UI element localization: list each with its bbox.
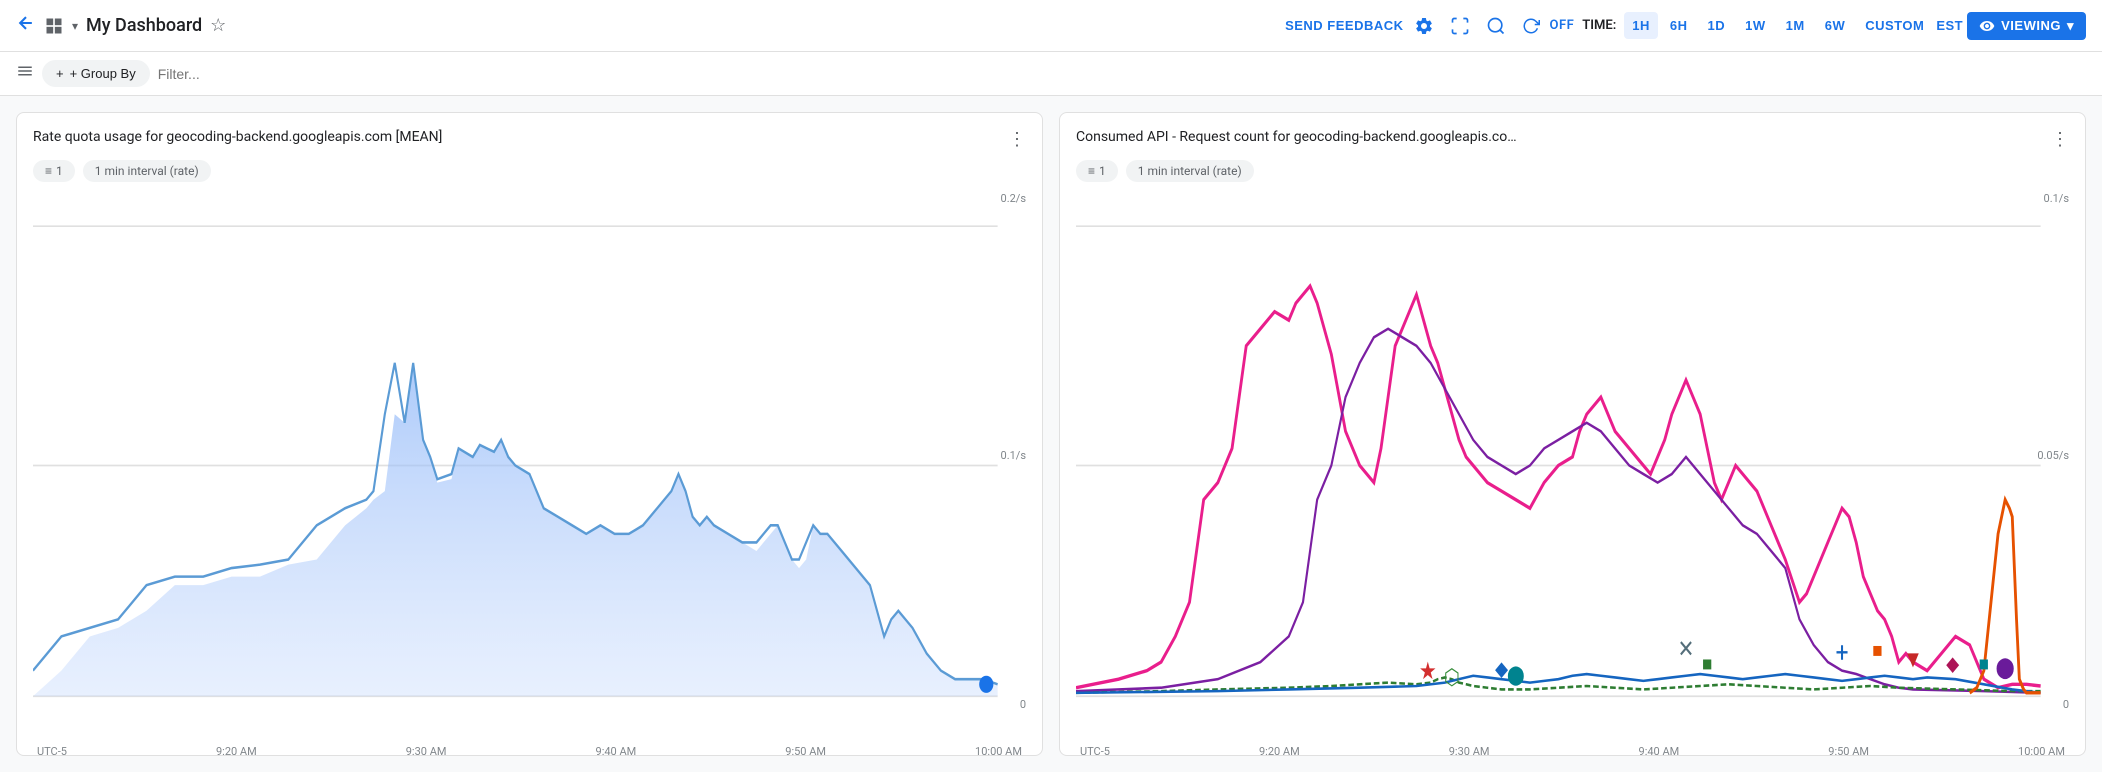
timezone-button[interactable]: EST (1936, 18, 1963, 33)
y-min-label-1: 0 (1020, 698, 1026, 711)
x-label-0: UTC-5 (37, 745, 67, 758)
chart-card-1: Rate quota usage for geocoding-backend.g… (16, 112, 1043, 756)
chart-svg-2: ★ ⬡ ◆ ⬤ ✕ ■ + ■ ▼ ◆ (1076, 192, 2069, 739)
chart-badge-filter-1[interactable]: ≡ 1 (33, 160, 75, 182)
chart-badges-2: ≡ 1 1 min interval (rate) (1076, 160, 2069, 182)
chart-svg-1 (33, 192, 1026, 739)
plus-icon: + (56, 66, 64, 81)
dashboard-icon-dropdown[interactable]: ▾ (72, 19, 78, 33)
refresh-icon-button[interactable] (1516, 11, 1546, 41)
time-1h-button[interactable]: 1H (1624, 12, 1658, 39)
time-section: TIME: 1H 6H 1D 1W 1M 6W CUSTOM EST VIEWI… (1582, 12, 2086, 40)
star-icon[interactable]: ☆ (210, 15, 226, 36)
viewing-button[interactable]: VIEWING ▾ (1967, 12, 2086, 40)
more-options-icon-1[interactable]: ⋮ (1008, 129, 1026, 150)
group-by-label: + Group By (70, 66, 136, 81)
filter-input[interactable] (158, 66, 2086, 82)
x-label-3: 9:40 AM (596, 745, 637, 758)
x2-label-5: 10:00 AM (2018, 745, 2065, 758)
fullscreen-icon-button[interactable] (1444, 10, 1476, 42)
time-6h-button[interactable]: 6H (1662, 12, 1696, 39)
chart-title-1: Rate quota usage for geocoding-backend.g… (33, 129, 1008, 145)
svg-text:■: ■ (1702, 652, 1712, 676)
x2-label-4: 9:50 AM (1828, 745, 1869, 758)
y-min-label-2: 0 (2063, 698, 2069, 711)
chart-badge-interval-2[interactable]: 1 min interval (rate) (1126, 160, 1254, 182)
interval-label-1: 1 min interval (rate) (95, 164, 199, 178)
x-label-1: 9:20 AM (216, 745, 257, 758)
send-feedback-button[interactable]: SEND FEEDBACK (1285, 18, 1403, 33)
y-max-label-1: 0.2/s (1001, 192, 1026, 205)
topbar-left: ▾ My Dashboard ☆ (16, 13, 1277, 39)
x2-label-1: 9:20 AM (1259, 745, 1300, 758)
x2-label-2: 9:30 AM (1449, 745, 1490, 758)
x2-label-3: 9:40 AM (1639, 745, 1680, 758)
chart-card-2: Consumed API - Request count for geocodi… (1059, 112, 2086, 756)
filter-badge-icon-1: ≡ (45, 164, 52, 178)
menu-icon[interactable] (16, 62, 34, 85)
x-label-2: 9:30 AM (406, 745, 447, 758)
svg-text:◆: ◆ (1946, 652, 1960, 676)
time-custom-button[interactable]: CUSTOM (1857, 12, 1932, 39)
more-options-icon-2[interactable]: ⋮ (2051, 129, 2069, 150)
time-6w-button[interactable]: 6W (1817, 12, 1854, 39)
x-labels-2: UTC-5 9:20 AM 9:30 AM 9:40 AM 9:50 AM 10… (1076, 745, 2069, 758)
search-icon-button[interactable] (1480, 10, 1512, 42)
chart-area-2: 0.1/s 0.05/s 0 ★ (1076, 192, 2069, 739)
svg-text:■: ■ (1872, 638, 1882, 662)
svg-text:▼: ▼ (1903, 647, 1923, 674)
filter-badge-count-2: 1 (1099, 164, 1106, 178)
dashboard-content: Rate quota usage for geocoding-backend.g… (0, 96, 2102, 772)
svg-text:✕: ✕ (1678, 636, 1695, 663)
svg-text:⬤: ⬤ (1996, 656, 2015, 680)
settings-icon-button[interactable] (1408, 10, 1440, 42)
time-1w-button[interactable]: 1W (1737, 12, 1774, 39)
svg-text:★: ★ (1419, 658, 1437, 685)
back-button[interactable] (16, 13, 36, 39)
chart-badge-interval-1[interactable]: 1 min interval (rate) (83, 160, 211, 182)
chart-header-1: Rate quota usage for geocoding-backend.g… (33, 129, 1026, 150)
time-1m-button[interactable]: 1M (1778, 12, 1813, 39)
topbar: ▾ My Dashboard ☆ SEND FEEDBACK OFF TIME:… (0, 0, 2102, 52)
chart-badges-1: ≡ 1 1 min interval (rate) (33, 160, 1026, 182)
svg-text:■: ■ (1979, 652, 1989, 676)
chart-title-2: Consumed API - Request count for geocodi… (1076, 129, 2051, 145)
viewing-dropdown-icon: ▾ (2067, 18, 2074, 34)
x2-label-0: UTC-5 (1080, 745, 1110, 758)
x-label-5: 10:00 AM (975, 745, 1022, 758)
svg-text:⬤: ⬤ (1507, 665, 1524, 687)
auto-refresh-label[interactable]: OFF (1550, 18, 1575, 33)
filterbar: + + Group By (0, 52, 2102, 96)
dashboard-icon (44, 16, 64, 36)
x-labels-1: UTC-5 9:20 AM 9:30 AM 9:40 AM 9:50 AM 10… (33, 745, 1026, 758)
chart-header-2: Consumed API - Request count for geocodi… (1076, 129, 2069, 150)
dashboard-title: My Dashboard (86, 15, 202, 36)
topbar-center: SEND FEEDBACK OFF (1285, 10, 1574, 42)
y-mid-label-2: 0.05/s (2037, 449, 2069, 462)
interval-label-2: 1 min interval (rate) (1138, 164, 1242, 178)
time-label: TIME: (1582, 18, 1616, 33)
viewing-label: VIEWING (2001, 18, 2061, 33)
filter-badge-count-1: 1 (56, 164, 63, 178)
group-by-button[interactable]: + + Group By (42, 60, 150, 87)
time-1d-button[interactable]: 1D (1700, 12, 1734, 39)
x-label-4: 9:50 AM (785, 745, 826, 758)
chart-area-1: 0.2/s 0.1/s 0 (33, 192, 1026, 739)
chart-badge-filter-2[interactable]: ≡ 1 (1076, 160, 1118, 182)
svg-text:⬡: ⬡ (1444, 664, 1460, 690)
filter-badge-icon-2: ≡ (1088, 164, 1095, 178)
y-mid-label-1: 0.1/s (1001, 449, 1026, 462)
y-max-label-2: 0.1/s (2044, 192, 2069, 205)
svg-text:+: + (1836, 638, 1849, 670)
